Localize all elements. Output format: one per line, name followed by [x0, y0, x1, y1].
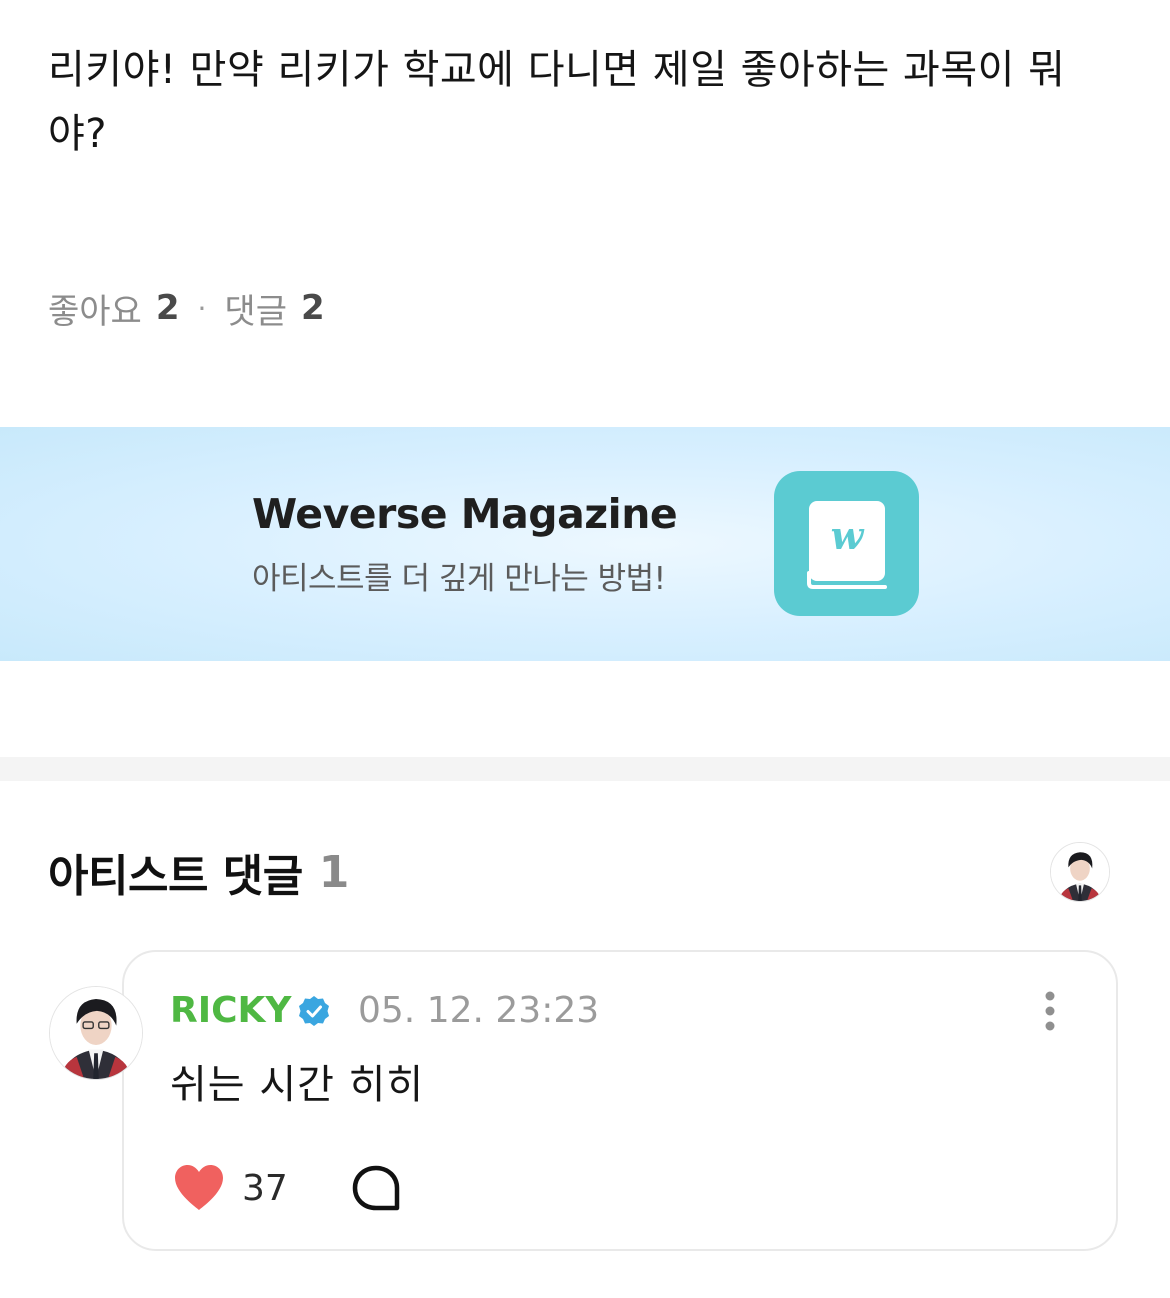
verified-badge-icon — [297, 994, 331, 1028]
comment-text: 쉬는 시간 히히 — [170, 1062, 425, 1108]
likes-label[interactable]: 좋아요 — [48, 284, 142, 333]
heart-icon[interactable] — [172, 1163, 226, 1213]
weverse-magazine-banner[interactable] — [0, 427, 1170, 661]
section-divider — [0, 757, 1170, 781]
artist-avatar-small[interactable] — [1050, 842, 1110, 902]
like-count: 37 — [242, 1167, 288, 1209]
comment-author-name[interactable]: RICKY — [170, 986, 292, 1034]
post-text: 리키야! 만약 리키가 학교에 다니면 제일 좋아하는 과목이 뭐야? — [48, 47, 1066, 157]
reply-bubble-icon[interactable] — [350, 1164, 402, 1214]
more-vertical-icon[interactable] — [1036, 989, 1064, 1033]
comments-count[interactable]: 2 — [301, 288, 325, 328]
post-stats: 좋아요 2 · 댓글 2 — [48, 282, 325, 334]
banner-icon-letter: w — [831, 513, 865, 558]
stats-separator: · — [197, 291, 207, 325]
comment-author-avatar[interactable] — [49, 986, 143, 1080]
artist-comments-header: 아티스트 댓글 1 — [48, 840, 349, 904]
artist-comments-title: 아티스트 댓글 — [48, 851, 303, 902]
likes-count[interactable]: 2 — [156, 288, 180, 328]
banner-title[interactable]: Weverse Magazine — [252, 490, 678, 538]
comments-label[interactable]: 댓글 — [224, 284, 287, 333]
weverse-magazine-book-icon[interactable]: w — [774, 471, 919, 616]
artist-comments-count: 1 — [318, 846, 350, 898]
comment-timestamp: 05. 12. 23:23 — [358, 989, 600, 1031]
banner-subtitle[interactable]: 아티스트를 더 깊게 만나는 방법! — [252, 553, 666, 598]
